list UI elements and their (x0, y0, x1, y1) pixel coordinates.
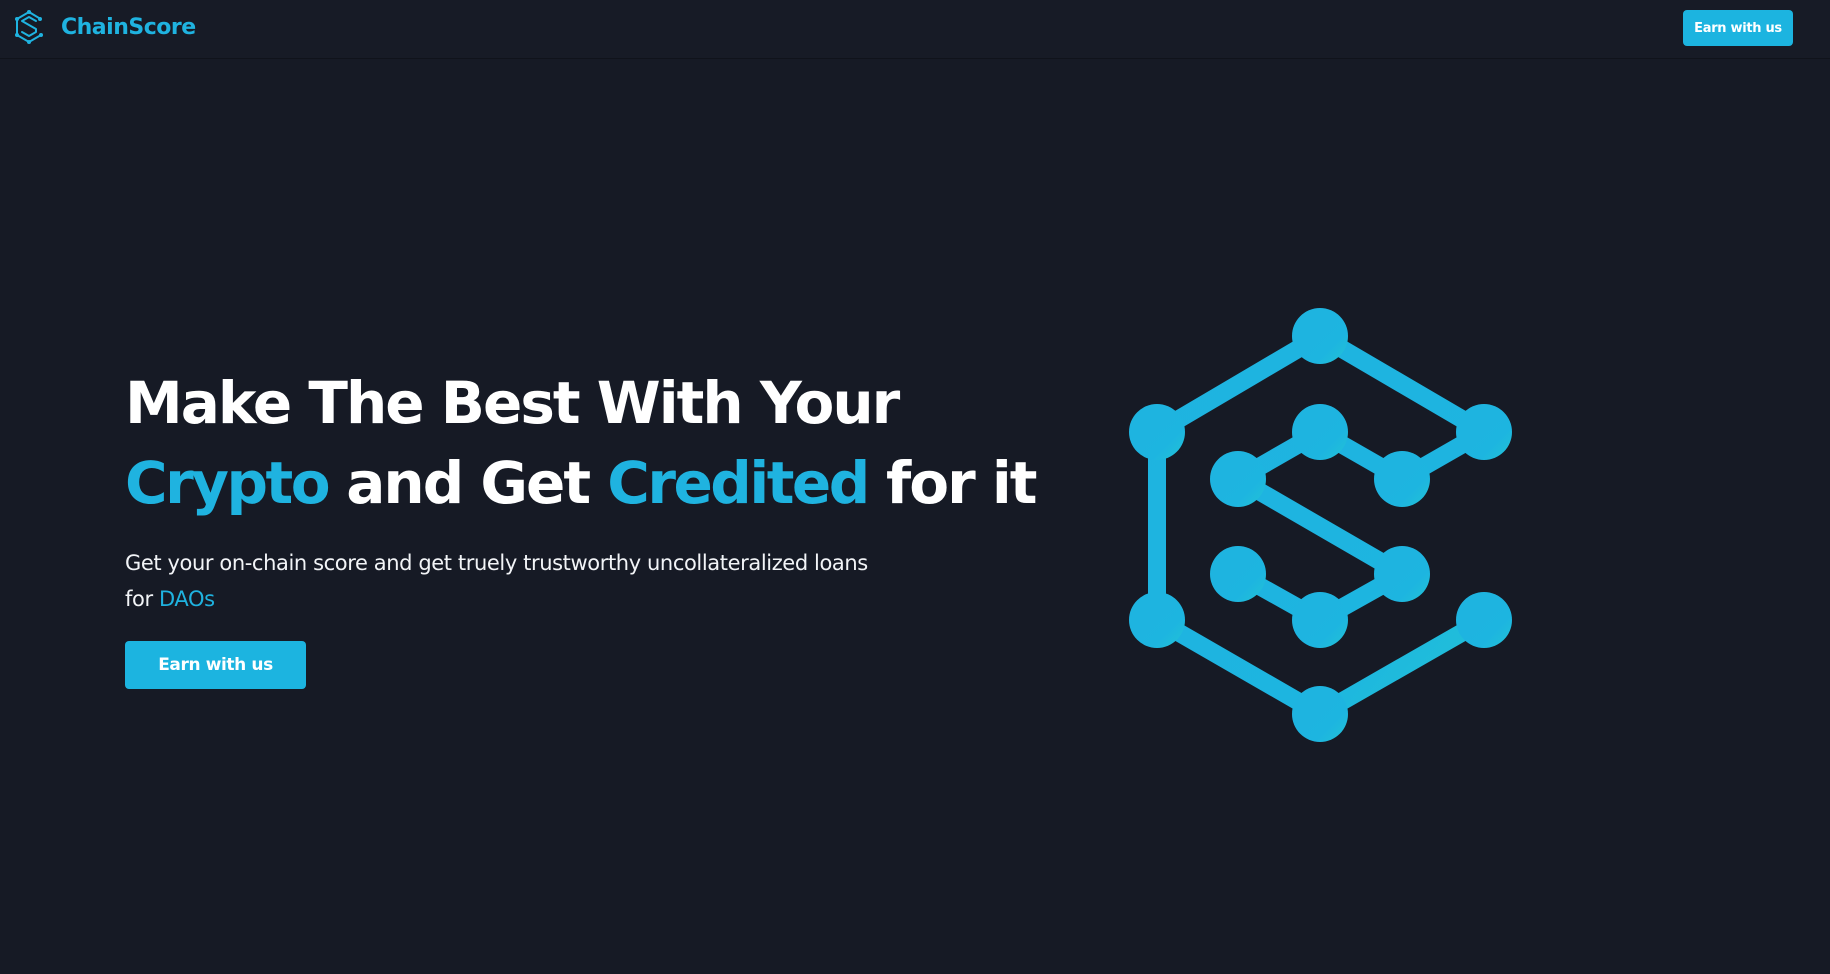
hero-heading-mid: and Get (346, 449, 591, 517)
brand-name: ChainScore (61, 14, 196, 40)
top-navbar: ChainScore Earn with us (0, 0, 1830, 58)
nav-earn-button[interactable]: Earn with us (1683, 10, 1793, 46)
hero-subtitle: Get your on-chain score and get truely t… (125, 545, 885, 617)
hero-heading-crypto: Crypto (125, 449, 331, 517)
chain-network-s-icon (1129, 308, 1512, 742)
hero-subtitle-daos: DAOs (158, 587, 215, 611)
hero-heading-credited: Credited (607, 449, 870, 517)
hero-earn-button[interactable]: Earn with us (125, 641, 306, 689)
hero-subtitle-text: Get your on-chain score and get truely t… (125, 551, 868, 611)
hero-heading-tail: for it (885, 449, 1037, 517)
brand-logo-link[interactable]: ChainScore (12, 10, 196, 44)
hero-heading-line1: Make The Best With Your (125, 369, 900, 437)
hero-heading: Make The Best With Your Crypto and Get C… (125, 363, 1037, 523)
chainscore-logo-icon (15, 10, 43, 44)
